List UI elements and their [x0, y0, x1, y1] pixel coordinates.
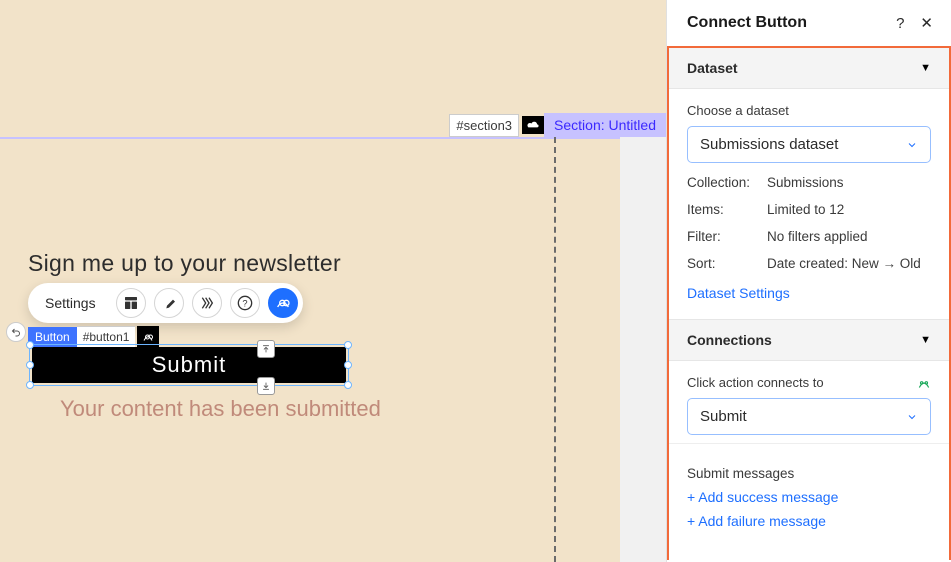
connected-icon	[917, 377, 931, 394]
settings-button[interactable]: Settings	[33, 290, 108, 316]
items-key: Items:	[687, 202, 767, 217]
submitted-message-text: Your content has been submitted	[60, 394, 381, 424]
connect-panel: Connect Button ? ✕ Dataset ▼ Choose a da…	[666, 0, 951, 562]
collection-value: Submissions	[767, 175, 931, 190]
newsletter-heading: Sign me up to your newsletter	[28, 250, 341, 277]
close-button[interactable]: ✕	[920, 14, 933, 32]
sort-value: Date created: New → Old	[767, 256, 931, 271]
connections-section-header[interactable]: Connections ▼	[669, 319, 949, 361]
connect-data-icon[interactable]	[268, 288, 298, 318]
connections-section-title: Connections	[687, 332, 772, 348]
panel-header: Connect Button ? ✕	[667, 0, 951, 46]
element-toolbar: Settings ?	[28, 283, 303, 323]
click-action-dropdown[interactable]: Submit	[687, 398, 931, 435]
connections-section-body: Click action connects to Submit Submit m…	[669, 361, 949, 535]
section-label-group: #section3 Section: Untitled	[449, 113, 666, 137]
sort-key: Sort:	[687, 256, 767, 271]
items-value: Limited to 12	[767, 202, 931, 217]
chevron-down-icon: ▼	[920, 62, 931, 74]
section-id-badge: #section3	[449, 114, 519, 137]
editor-canvas: #section3 Section: Untitled Sign me up t…	[0, 0, 666, 562]
dataset-section-body: Choose a dataset Submissions dataset Col…	[669, 89, 949, 319]
help-button[interactable]: ?	[896, 15, 904, 32]
svg-text:?: ?	[242, 298, 247, 308]
anchor-bottom-icon[interactable]	[257, 377, 275, 395]
resize-handle[interactable]	[344, 361, 352, 369]
dataset-dropdown[interactable]: Submissions dataset	[687, 126, 931, 163]
panel-body: Dataset ▼ Choose a dataset Submissions d…	[667, 46, 951, 560]
chevron-down-icon	[906, 139, 918, 151]
design-brush-icon[interactable]	[154, 288, 184, 318]
resize-handle[interactable]	[26, 381, 34, 389]
resize-handle[interactable]	[344, 341, 352, 349]
panel-title: Connect Button	[687, 14, 807, 32]
chevron-down-icon: ▼	[920, 334, 931, 346]
resize-handle[interactable]	[26, 361, 34, 369]
section-top-border	[0, 137, 554, 139]
help-icon[interactable]: ?	[230, 288, 260, 318]
animation-icon[interactable]	[192, 288, 222, 318]
choose-dataset-label: Choose a dataset	[687, 103, 931, 118]
anchor-top-icon[interactable]	[257, 340, 275, 358]
cloud-icon	[522, 116, 544, 134]
filter-value: No filters applied	[767, 229, 931, 244]
add-success-message-link[interactable]: + Add success message	[687, 489, 931, 505]
dataset-dropdown-value: Submissions dataset	[700, 136, 838, 153]
filter-key: Filter:	[687, 229, 767, 244]
section-name-badge[interactable]: Section: Untitled	[544, 113, 666, 137]
canvas-divider-dashed	[554, 137, 556, 562]
dataset-settings-link[interactable]: Dataset Settings	[687, 285, 790, 301]
undo-icon[interactable]	[6, 322, 26, 342]
submit-messages-label: Submit messages	[687, 466, 931, 481]
resize-handle[interactable]	[26, 341, 34, 349]
selection-outline	[29, 344, 349, 386]
dataset-section-title: Dataset	[687, 60, 738, 76]
resize-handle[interactable]	[344, 381, 352, 389]
chevron-down-icon	[906, 411, 918, 423]
click-action-label: Click action connects to	[687, 375, 931, 390]
click-action-value: Submit	[700, 408, 747, 425]
separator	[669, 443, 949, 444]
collection-key: Collection:	[687, 175, 767, 190]
add-failure-message-link[interactable]: + Add failure message	[687, 513, 931, 529]
dataset-section-header[interactable]: Dataset ▼	[669, 48, 949, 89]
layout-icon[interactable]	[116, 288, 146, 318]
